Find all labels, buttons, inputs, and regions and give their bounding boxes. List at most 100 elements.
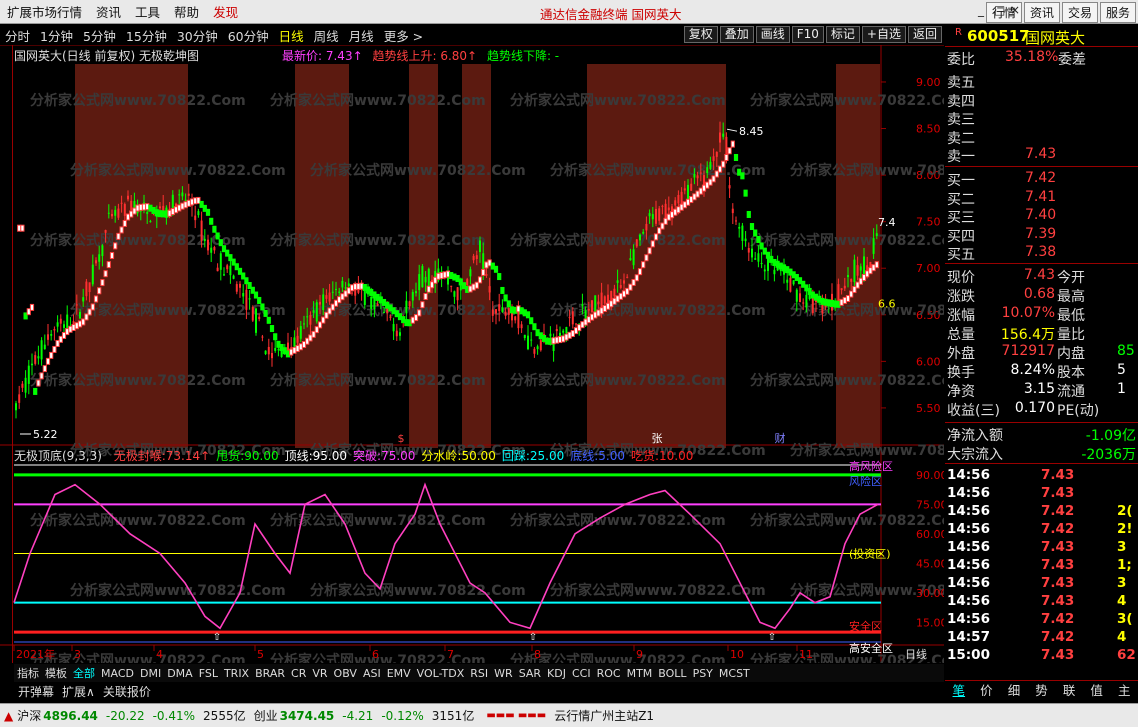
indicator-tab-12[interactable]: ASI bbox=[360, 667, 384, 680]
candle-body bbox=[773, 269, 776, 275]
tick-price: 7.43 bbox=[1041, 485, 1075, 501]
menu-news[interactable]: 资讯 bbox=[89, 2, 128, 21]
osc-param-label-7: 吃货: bbox=[631, 449, 660, 463]
event-marker-limit[interactable]: 张 bbox=[652, 432, 663, 445]
maximize-icon[interactable]: □ bbox=[994, 3, 1005, 17]
news-button[interactable]: 资讯 bbox=[1023, 2, 1060, 23]
osc-param-value-4: 50.00 bbox=[461, 449, 496, 463]
candle-body bbox=[210, 247, 213, 253]
indicator-tab-20[interactable]: ROC bbox=[594, 667, 624, 680]
price-tick-label: 5.50 bbox=[916, 402, 941, 415]
period-tab-7[interactable]: 周线 bbox=[309, 26, 344, 45]
indicator-tab-8[interactable]: BRAR bbox=[252, 667, 288, 680]
trend-ribbon-segment bbox=[497, 273, 502, 281]
ext-button-1[interactable]: 扩展∧ bbox=[58, 683, 99, 700]
indicator-tab-6[interactable]: FSL bbox=[196, 667, 221, 680]
trend-ribbon-segment bbox=[29, 303, 35, 311]
right-tab-6[interactable]: 主 bbox=[1110, 681, 1138, 701]
buy-price-4: 7.38 bbox=[1025, 244, 1057, 260]
toolbar-button-2[interactable]: 画线 bbox=[755, 26, 790, 43]
menu-help[interactable]: 帮助 bbox=[167, 2, 206, 21]
market-bars-icon: ▬▬▬ ▬▬▬ bbox=[486, 710, 547, 721]
trade-button[interactable]: 交易 bbox=[1061, 2, 1098, 23]
menu-tools[interactable]: 工具 bbox=[128, 2, 167, 21]
indicator-tab-24[interactable]: MCST bbox=[716, 667, 753, 680]
period-tab-5[interactable]: 60分钟 bbox=[223, 26, 274, 45]
indicator-tab-7[interactable]: TRIX bbox=[221, 667, 252, 680]
toolbar-button-1[interactable]: 叠加 bbox=[719, 26, 754, 43]
indicator-tab-0[interactable]: 指标 bbox=[14, 665, 42, 681]
book-divider bbox=[945, 166, 1138, 167]
indicator-tab-18[interactable]: KDJ bbox=[544, 667, 569, 680]
indicator-tab-21[interactable]: MTM bbox=[624, 667, 656, 680]
candle-body bbox=[223, 274, 225, 276]
toolbar-button-3[interactable]: F10 bbox=[791, 26, 824, 43]
candle-body bbox=[18, 394, 21, 403]
extension-bar: 开弹幕 扩展∧ 关联报价 bbox=[14, 682, 944, 701]
candle-body bbox=[101, 245, 104, 257]
minimize-icon[interactable]: _ bbox=[978, 3, 984, 17]
period-tab-4[interactable]: 30分钟 bbox=[172, 26, 223, 45]
indicator-tab-15[interactable]: RSI bbox=[467, 667, 491, 680]
sell-label-0: 卖五 bbox=[947, 75, 975, 91]
menu-ext-market[interactable]: 扩展市场行情 bbox=[0, 2, 89, 21]
right-tab-5[interactable]: 值 bbox=[1083, 681, 1111, 701]
candle-body bbox=[744, 238, 747, 242]
toolbar-button-0[interactable]: 复权 bbox=[683, 26, 718, 43]
flow-divider bbox=[945, 422, 1138, 423]
indicator-tab-14[interactable]: VOL-TDX bbox=[414, 667, 468, 680]
right-tab-1[interactable]: 价 bbox=[973, 681, 1001, 701]
service-button[interactable]: 服务 bbox=[1099, 2, 1136, 23]
watermark-text: 分析家公式网www.70822.Com bbox=[30, 92, 246, 109]
period-tab-8[interactable]: 月线 bbox=[344, 26, 379, 45]
tick-row: 14:56 7.42 3( bbox=[945, 611, 1138, 629]
indicator-tab-13[interactable]: EMV bbox=[384, 667, 414, 680]
indicator-tab-2[interactable]: 全部 bbox=[70, 665, 98, 681]
right-tab-0[interactable]: 笔 bbox=[945, 681, 973, 701]
buy-row-1: 买二 7.41 bbox=[945, 189, 1138, 208]
candle-body bbox=[575, 323, 577, 325]
server-label[interactable]: 云行情广州主站Z1 bbox=[554, 707, 654, 724]
trend-ribbon-segment bbox=[97, 287, 102, 295]
period-tab-1[interactable]: 1分钟 bbox=[35, 26, 78, 45]
candle-body bbox=[309, 314, 312, 325]
close-icon[interactable]: × bbox=[1010, 3, 1020, 17]
candle-body bbox=[527, 335, 529, 350]
candle-body bbox=[248, 298, 251, 300]
event-marker-finance[interactable]: 财 bbox=[775, 431, 786, 445]
stat-label-0: 现价 bbox=[947, 270, 975, 286]
right-tab-4[interactable]: 联 bbox=[1055, 681, 1083, 701]
indicator-tab-22[interactable]: BOLL bbox=[655, 667, 689, 680]
toolbar-button-6[interactable]: 返回 bbox=[907, 26, 942, 43]
right-tab-3[interactable]: 势 bbox=[1028, 681, 1056, 701]
chart-area[interactable]: 9.008.508.007.507.006.506.005.50分析家公式网ww… bbox=[0, 45, 944, 663]
buy-label-1: 买二 bbox=[947, 191, 975, 208]
indicator-tab-1[interactable]: 模板 bbox=[42, 665, 70, 681]
indicator-tab-9[interactable]: CR bbox=[288, 667, 309, 680]
indicator-tab-3[interactable]: MACD bbox=[98, 667, 137, 680]
indicator-tab-16[interactable]: WR bbox=[491, 667, 516, 680]
indicator-tab-4[interactable]: DMI bbox=[137, 667, 164, 680]
indicator-tab-19[interactable]: CCI bbox=[569, 667, 594, 680]
indicator-tab-17[interactable]: SAR bbox=[516, 667, 544, 680]
toolbar-button-5[interactable]: +自选 bbox=[861, 26, 906, 43]
indicator-tab-11[interactable]: OBV bbox=[331, 667, 360, 680]
ext-button-0[interactable]: 开弹幕 bbox=[14, 683, 58, 700]
trend-ribbon-segment bbox=[119, 226, 124, 234]
osc-param-value-1: 90.00 bbox=[244, 449, 279, 463]
ext-button-2[interactable]: 关联报价 bbox=[99, 683, 155, 700]
event-marker-dividend[interactable]: $ bbox=[398, 432, 405, 445]
period-tab-9[interactable]: 更多 > bbox=[379, 26, 428, 45]
period-tab-2[interactable]: 5分钟 bbox=[78, 26, 121, 45]
sell-row-0: 卖五 bbox=[945, 72, 1138, 91]
period-tab-6[interactable]: 日线 bbox=[274, 26, 309, 45]
indicator-tab-23[interactable]: PSY bbox=[690, 667, 716, 680]
right-tab-2[interactable]: 细 bbox=[1000, 681, 1028, 701]
period-tab-0[interactable]: 分时 bbox=[0, 26, 35, 45]
menu-discover[interactable]: 发现 bbox=[206, 2, 245, 21]
indicator-tab-5[interactable]: DMA bbox=[164, 667, 196, 680]
trend-ribbon-segment bbox=[637, 268, 643, 276]
period-tab-3[interactable]: 15分钟 bbox=[121, 26, 172, 45]
indicator-tab-10[interactable]: VR bbox=[309, 667, 330, 680]
toolbar-button-4[interactable]: 标记 bbox=[825, 26, 860, 43]
